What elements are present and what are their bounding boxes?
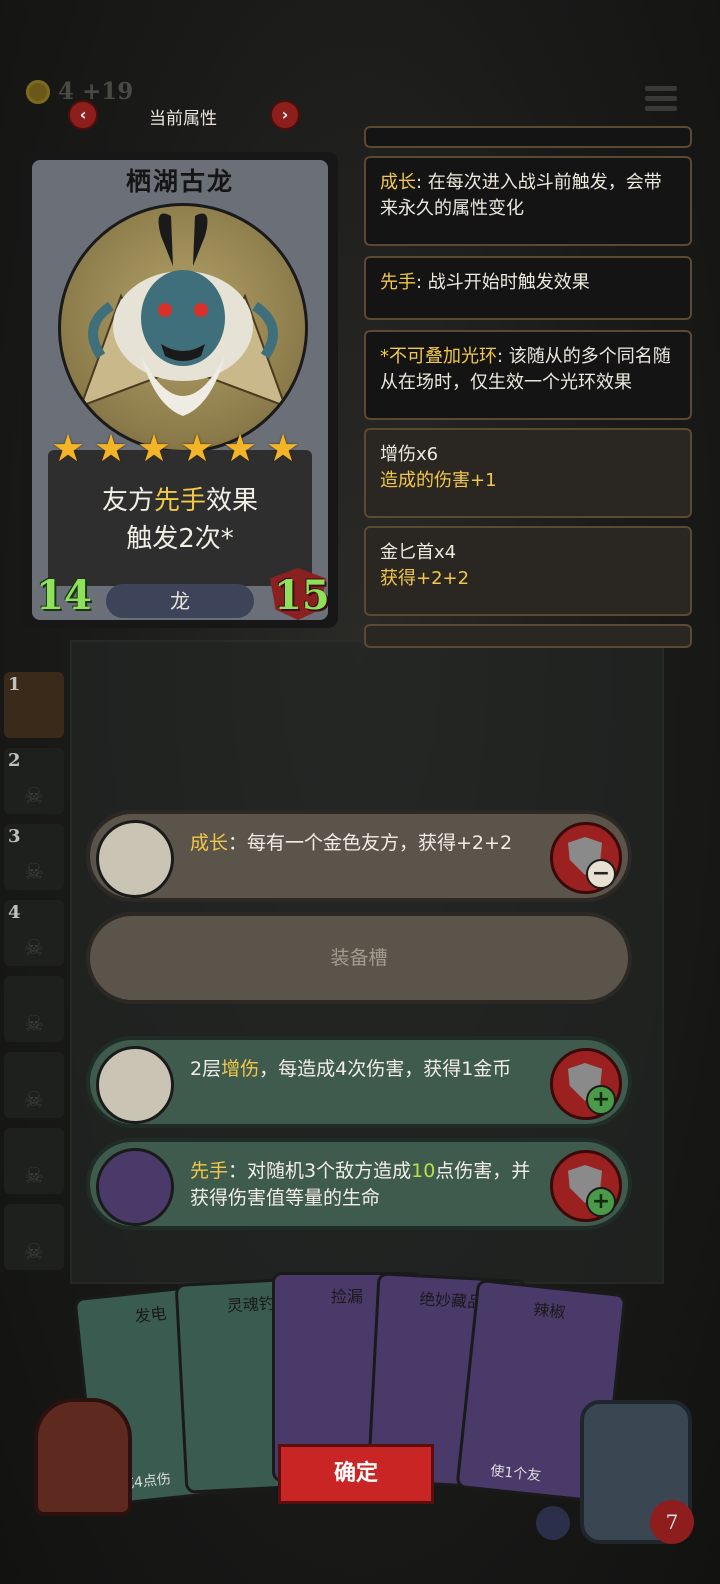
equipment-slot-empty[interactable]: 装备槽 (86, 912, 632, 1004)
roster-number: 2 (8, 750, 21, 771)
equipment-slot-first-strike[interactable]: 先手：对随机3个敌方造成10点伤害，并获得伤害值等量的生命 + (86, 1138, 632, 1230)
damage-number: 10 (411, 1160, 436, 1182)
equipment-text: ：每有一个金色友方，获得+2+2 (228, 832, 513, 854)
empty-slot-label: 装备槽 (330, 947, 388, 969)
info-panel-aura: *不可叠加光环: 该随从的多个同名随从在场时，仅生效一个光环效果 (364, 330, 692, 420)
attack-stat: 14 (36, 572, 92, 619)
star-icon: ★ (93, 426, 129, 470)
card-effect-keyword: 先手 (153, 486, 206, 516)
menu-icon[interactable] (645, 86, 677, 112)
info-panel-next (364, 624, 692, 648)
roster-number: 3 (8, 826, 21, 847)
equipment-keyword: 先手 (190, 1160, 229, 1182)
equipment-keyword: 增伤 (221, 1058, 260, 1080)
info-panel-damage-buff: 增伤x6 造成的伤害+1 (364, 428, 692, 518)
gold-coin-icon (26, 80, 50, 104)
health-stat: 15 (274, 572, 330, 619)
equipment-slot-damage[interactable]: 2层增伤，每造成4次伤害，获得1金币 + (86, 1036, 632, 1128)
star-icon: ★ (50, 426, 86, 470)
card-effect-line1: 友方先手效果 (48, 480, 312, 517)
skull-icon: ☠ (24, 1088, 44, 1113)
skull-icon: ☠ (24, 860, 44, 885)
skull-icon: ☠ (24, 936, 44, 961)
hand-card-desc: 使1个友 (489, 1463, 542, 1485)
equipment-description: 先手：对随机3个敌方造成10点伤害，并获得伤害值等量的生命 (190, 1158, 540, 1212)
skull-icon: ☠ (24, 1012, 44, 1037)
equip-button[interactable]: + (550, 1150, 622, 1222)
generator-icon (96, 1046, 174, 1124)
roster-number: 1 (8, 674, 21, 695)
plus-icon: + (586, 1085, 616, 1115)
minus-icon: − (586, 859, 616, 889)
star-icon: ★ (136, 426, 172, 470)
roster-slot[interactable]: 1 (4, 672, 64, 738)
roster-slot[interactable]: 4 ☠ (4, 900, 64, 966)
equipment-description: 成长：每有一个金色友方，获得+2+2 (190, 830, 540, 857)
plus-icon: + (586, 1187, 616, 1217)
info-panel-first-strike: 先手: 战斗开始时触发效果 (364, 256, 692, 320)
skull-icon: ☠ (24, 1240, 44, 1265)
roster-number: 4 (8, 902, 21, 923)
card-name: 栖湖古龙 (125, 167, 234, 196)
confirm-button[interactable]: 确定 (278, 1444, 434, 1504)
roster-slot[interactable]: ☠ (4, 1204, 64, 1270)
star-icon: ★ (265, 426, 301, 470)
roster-slot[interactable]: ☠ (4, 1052, 64, 1118)
roster-slot[interactable]: ☠ (4, 1128, 64, 1194)
card-effect-line2: 触发2次* (126, 524, 234, 554)
star-icon: ★ (222, 426, 258, 470)
equipment-description: 2层增伤，每造成4次伤害，获得1金币 (190, 1056, 540, 1083)
skull-icon: ☠ (24, 784, 44, 809)
info-keyword: 先手 (380, 272, 416, 293)
star-rating: ★ ★ ★ ★ ★ ★ (50, 426, 310, 470)
info-panel-gold-dagger: 金匕首x4 获得+2+2 (364, 526, 692, 616)
hand-card-title: 辣椒 (532, 1299, 567, 1323)
card-effect-text: 友方 (101, 486, 154, 516)
buff-subtitle: 获得+2+2 (380, 568, 470, 589)
armor-icon (536, 1506, 570, 1540)
equipment-keyword: 成长 (190, 832, 229, 854)
info-panel-top-edge (364, 126, 692, 148)
panel-title: 当前属性 (149, 109, 217, 129)
info-keyword: *不可叠加光环 (380, 346, 497, 367)
next-page-button[interactable]: › (270, 100, 300, 130)
skull-icon: ☠ (24, 1164, 44, 1189)
golden-dagger-icon (96, 820, 174, 898)
equipment-text: ：对随机3个敌方造成 (228, 1160, 412, 1182)
gold-counter: 4 +19 (58, 78, 134, 105)
equipment-text: 2层 (190, 1058, 222, 1080)
equipment-text: ，每造成4次伤害，获得1金币 (259, 1058, 512, 1080)
roster-slot[interactable]: 3 ☠ (4, 824, 64, 890)
dragon-illustration (79, 213, 287, 416)
buff-title: 增伤x6 (380, 444, 439, 465)
buff-subtitle: 造成的伤害+1 (380, 470, 497, 491)
equipment-slot-growth[interactable]: 成长：每有一个金色友方，获得+2+2 − (86, 810, 632, 902)
prev-page-button[interactable]: ‹ (68, 100, 98, 130)
buff-title: 金匕首x4 (380, 542, 457, 563)
shop-stall-icon[interactable] (34, 1398, 132, 1516)
dragon-portrait (58, 203, 308, 453)
info-keyword: 成长 (380, 172, 416, 193)
tribe-label: 龙 (106, 584, 254, 618)
soul-hook-icon (96, 1148, 174, 1226)
card-effect-text: 效果 (206, 486, 259, 516)
info-text: : 在每次进入战斗前触发，会带来永久的属性变化 (380, 172, 662, 219)
hero-health: 7 (650, 1500, 694, 1544)
unequip-button[interactable]: − (550, 822, 622, 894)
roster-slot[interactable]: ☠ (4, 976, 64, 1042)
equip-button[interactable]: + (550, 1048, 622, 1120)
star-icon: ★ (179, 426, 215, 470)
info-text: : 战斗开始时触发效果 (416, 272, 590, 293)
info-panel-growth: 成长: 在每次进入战斗前触发，会带来永久的属性变化 (364, 156, 692, 246)
roster-slot[interactable]: 2 ☠ (4, 748, 64, 814)
